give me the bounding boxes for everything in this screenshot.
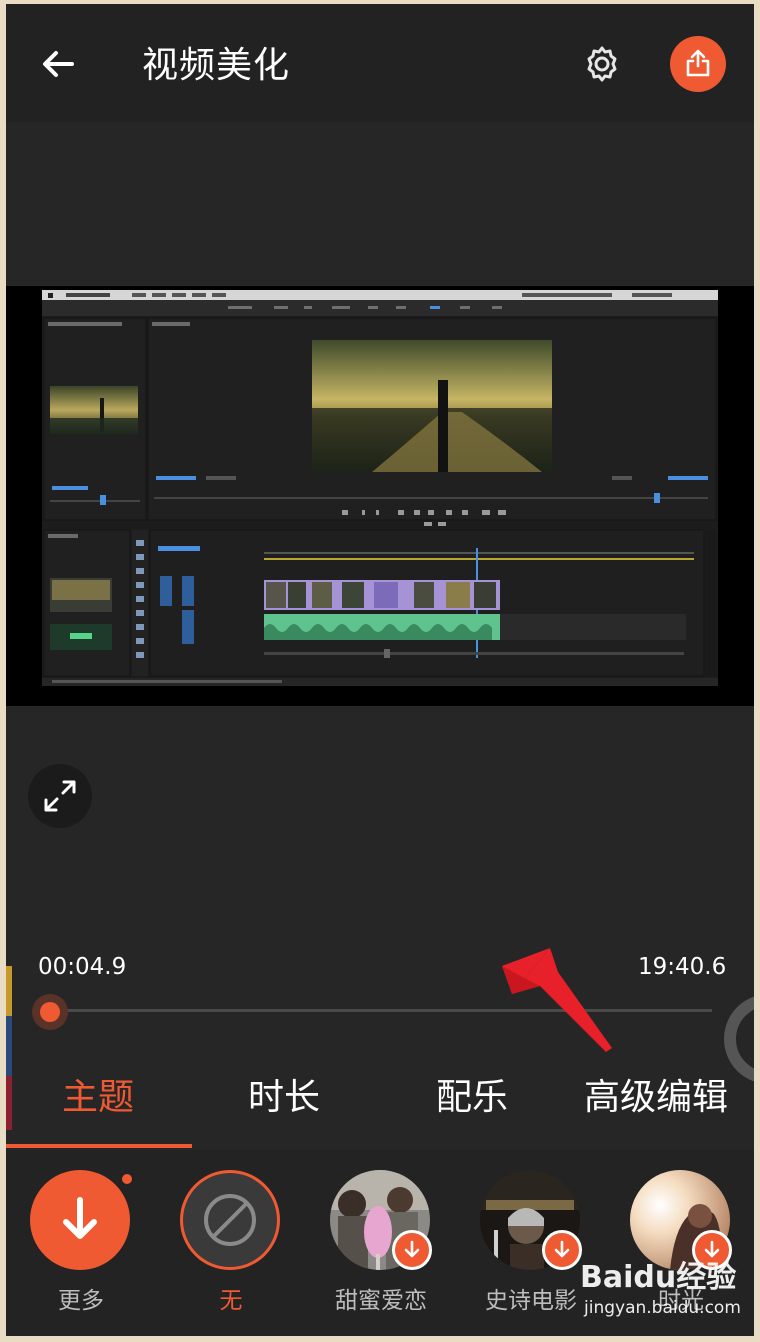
video-frame bbox=[42, 290, 718, 686]
no-theme-button[interactable] bbox=[180, 1170, 280, 1270]
theme-label-none: 无 bbox=[219, 1288, 243, 1314]
new-badge-dot bbox=[120, 1172, 134, 1186]
settings-button[interactable] bbox=[578, 40, 626, 88]
tab-duration[interactable]: 时长 bbox=[248, 1068, 320, 1128]
back-button[interactable] bbox=[34, 40, 82, 88]
theme-item-none[interactable]: 无 bbox=[156, 1170, 306, 1330]
video-frame-image bbox=[42, 290, 718, 686]
tab-advanced-edit[interactable]: 高级编辑 bbox=[584, 1068, 728, 1128]
expand-diagonal-icon bbox=[44, 780, 76, 812]
watermark-url: jingyan.baidu.com bbox=[584, 1298, 741, 1318]
theme-download-badge[interactable] bbox=[392, 1230, 432, 1270]
total-duration: 19:40.6 bbox=[638, 954, 727, 980]
theme-item-more[interactable]: 更多 bbox=[6, 1170, 156, 1330]
download-icon bbox=[404, 1240, 420, 1258]
arrow-left-icon bbox=[43, 51, 74, 77]
share-button[interactable] bbox=[670, 36, 726, 92]
gear-icon bbox=[587, 46, 617, 82]
more-themes-button[interactable] bbox=[30, 1170, 130, 1270]
watermark-brand: Baidu经验 bbox=[580, 1260, 737, 1295]
video-beautify-screen: 视频美化 00:04.9 19:40.6 主题 时长 配乐 高级编辑 更多 无 … bbox=[6, 4, 754, 1336]
theme-item-sweet-love[interactable]: 甜蜜爱恋 bbox=[306, 1170, 456, 1330]
left-edge-strip bbox=[6, 966, 12, 1130]
none-slash-icon bbox=[204, 1194, 256, 1246]
theme-label-more: 更多 bbox=[58, 1288, 104, 1314]
tab-music[interactable]: 配乐 bbox=[436, 1068, 508, 1128]
page-title: 视频美化 bbox=[142, 45, 291, 86]
fullscreen-button[interactable] bbox=[28, 764, 92, 828]
baidu-jingyan-watermark: Baidu经验 jingyan.baidu.com bbox=[574, 1252, 754, 1332]
current-time: 00:04.9 bbox=[38, 954, 127, 980]
top-bar: 视频美化 bbox=[6, 4, 754, 122]
download-icon bbox=[63, 1197, 97, 1239]
share-upload-icon bbox=[686, 49, 710, 77]
video-preview[interactable] bbox=[6, 286, 754, 706]
timeline-thumb-dot bbox=[40, 1002, 60, 1022]
theme-label-sweet-love: 甜蜜爱恋 bbox=[335, 1288, 427, 1314]
active-tab-underline bbox=[6, 1144, 192, 1148]
download-icon bbox=[554, 1240, 570, 1258]
red-annotation-arrow bbox=[502, 948, 612, 1052]
floating-edge-ring bbox=[724, 994, 754, 1084]
timeline-slider-thumb[interactable] bbox=[32, 994, 68, 1030]
tab-theme[interactable]: 主题 bbox=[62, 1068, 134, 1128]
